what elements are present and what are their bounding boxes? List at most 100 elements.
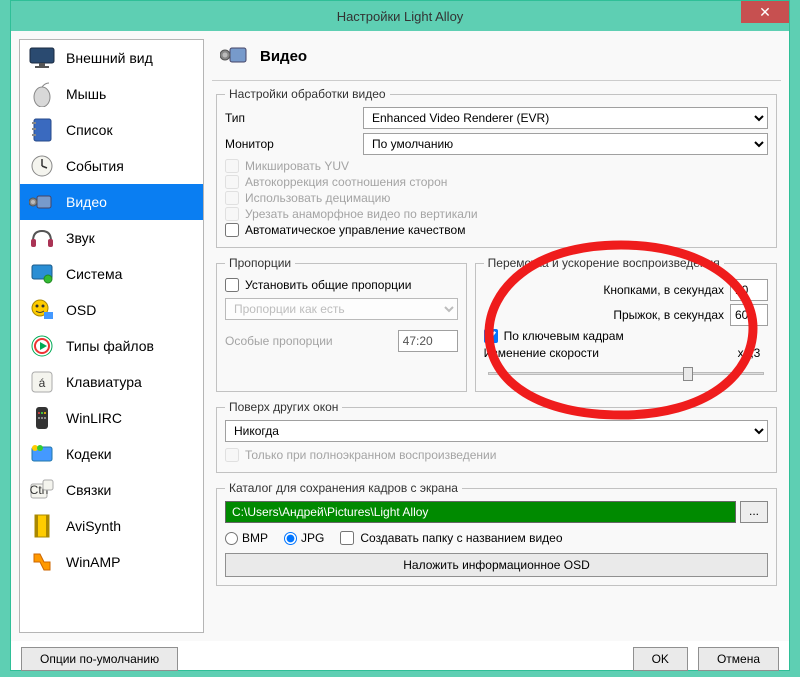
auto-quality-checkbox[interactable] [225,223,239,237]
winamp-icon [28,548,56,576]
cancel-button[interactable]: Отмена [698,647,779,671]
sidebar-item-keyboard[interactable]: á Клавиатура [20,364,203,400]
fullscreen-only-checkbox [225,448,239,462]
film-icon [28,512,56,540]
sidebar-item-label: Типы файлов [66,338,154,354]
bmp-radio[interactable]: BMP [225,531,268,545]
sidebar-item-label: Список [66,122,113,138]
sidebar-item-label: Внешний вид [66,50,153,66]
decimation-checkbox [225,191,239,205]
sidebar-item-label: Клавиатура [66,374,142,390]
sidebar-item-filetypes[interactable]: Типы файлов [20,328,203,364]
group-video-processing: Настройки обработки видео Тип Enhanced V… [216,87,777,248]
sidebar-item-label: События [66,158,124,174]
sidebar-item-label: Мышь [66,86,106,102]
sidebar-item-label: Система [66,266,122,282]
titlebar: Настройки Light Alloy ✕ [11,1,789,31]
sidebar-item-video[interactable]: Видео [20,184,203,220]
mix-yuv-checkbox [225,159,239,173]
play-icon [28,332,56,360]
group-legend: Пропорции [225,256,295,270]
speed-change-label: Изменение скорости [484,346,724,360]
footer: Опции по-умолчанию OK Отмена [11,641,789,677]
sidebar-item-label: Кодеки [66,446,112,462]
settings-window: Настройки Light Alloy ✕ Внешний вид Мышь… [10,0,790,671]
custom-proportions-label: Особые пропорции [225,334,390,348]
sidebar-item-label: AviSynth [66,518,121,534]
autocorrect-ar-checkbox [225,175,239,189]
buttons-sec-label: Кнопками, в секундах [484,283,724,297]
group-on-top: Поверх других окон Никогда Только при по… [216,400,777,473]
custom-proportions-input [398,330,458,352]
capture-path-input[interactable]: C:\Users\Андрей\Pictures\Light Alloy [225,501,736,523]
defaults-button[interactable]: Опции по-умолчанию [21,647,178,671]
sidebar-item-mouse[interactable]: Мышь [20,76,203,112]
sidebar-item-winlirc[interactable]: WinLIRC [20,400,203,436]
system-icon [28,260,56,288]
group-legend: Настройки обработки видео [225,87,390,101]
remote-icon [28,404,56,432]
crop-anamorphic-checkbox [225,207,239,221]
overlay-osd-button[interactable]: Наложить информационное OSD [225,553,768,577]
mouse-icon [28,80,56,108]
mix-yuv-label: Микшировать YUV [245,159,349,173]
close-button[interactable]: ✕ [741,1,789,23]
group-legend: Перемотка и ускорение воспроизведения [484,256,724,270]
speed-change-value: x1,3 [730,346,768,360]
keyframes-label: По ключевым кадрам [504,329,624,343]
monitor-icon [28,44,56,72]
key-a-icon: á [28,368,56,396]
buttons-sec-input[interactable] [730,279,768,301]
group-seek-speed: Перемотка и ускорение воспроизведения Кн… [475,256,777,392]
osd-icon [28,296,56,324]
sidebar-item-winamp[interactable]: WinAMP [20,544,203,580]
notebook-icon [28,116,56,144]
auto-quality-label: Автоматическое управление качеством [245,223,465,237]
speed-slider[interactable] [484,363,768,383]
group-proportions: Пропорции Установить общие пропорции Про… [216,256,467,392]
sidebar-item-label: Связки [66,482,111,498]
set-common-proportions-checkbox[interactable] [225,278,239,292]
sidebar-item-system[interactable]: Система [20,256,203,292]
browse-button[interactable]: ... [740,501,768,523]
sidebar-item-osd[interactable]: OSD [20,292,203,328]
jpg-radio[interactable]: JPG [284,531,324,545]
ok-button[interactable]: OK [633,647,688,671]
proportions-select: Пропорции как есть [225,298,458,320]
sidebar-item-codecs[interactable]: Кодеки [20,436,203,472]
on-top-select[interactable]: Никогда [225,420,768,442]
camcorder-icon [28,188,56,216]
sidebar-item-sound[interactable]: Звук [20,220,203,256]
sidebar-item-bindings[interactable]: Ctrl Связки [20,472,203,508]
sidebar-item-list[interactable]: Список [20,112,203,148]
group-capture: Каталог для сохранения кадров с экрана C… [216,481,777,586]
decimation-label: Использовать децимацию [245,191,390,205]
codec-icon [28,440,56,468]
jump-sec-input[interactable] [730,304,768,326]
headphones-icon [28,224,56,252]
renderer-type-select[interactable]: Enhanced Video Renderer (EVR) [363,107,768,129]
monitor-label: Монитор [225,137,355,151]
clock-icon [28,152,56,180]
sidebar-item-avisynth[interactable]: AviSynth [20,508,203,544]
group-legend: Каталог для сохранения кадров с экрана [225,481,462,495]
page-title: Видео [260,48,307,65]
sidebar-item-events[interactable]: События [20,148,203,184]
crop-anamorphic-label: Урезать анаморфное видео по вертикали [245,207,478,221]
group-legend: Поверх других окон [225,400,342,414]
monitor-select[interactable]: По умолчанию [363,133,768,155]
keyframes-checkbox[interactable] [484,329,498,343]
svg-text:á: á [39,376,46,390]
create-folder-checkbox[interactable]: Создавать папку с названием видео [340,531,562,545]
main-panel: Видео Настройки обработки видео Тип Enha… [212,39,781,633]
fullscreen-only-label: Только при полноэкранном воспроизведении [245,448,496,462]
sidebar-item-appearance[interactable]: Внешний вид [20,40,203,76]
ctrl-key-icon: Ctrl [28,476,56,504]
sidebar-item-label: OSD [66,302,96,318]
jump-sec-label: Прыжок, в секундах [484,308,724,322]
sidebar-item-label: Видео [66,194,107,210]
page-header: Видео [212,39,781,81]
sidebar: Внешний вид Мышь Список События Видео Зв… [19,39,204,633]
type-label: Тип [225,111,355,125]
set-common-proportions-label: Установить общие пропорции [245,278,411,292]
